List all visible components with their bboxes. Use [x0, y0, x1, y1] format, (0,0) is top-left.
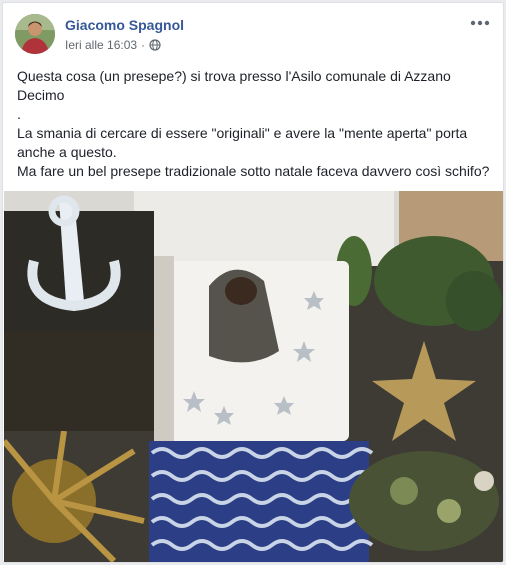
- post-text-line: Ma fare un bel presepe tradizionale sott…: [17, 163, 490, 179]
- author-name[interactable]: Giacomo Spagnol: [65, 17, 184, 33]
- post-text-line: Questa cosa (un presepe?) si trova press…: [17, 68, 451, 103]
- more-options-icon[interactable]: [469, 16, 491, 30]
- post-timestamp[interactable]: Ieri alle 16:03: [65, 38, 137, 52]
- nativity-scene-image: [4, 191, 503, 562]
- post-meta: Ieri alle 16:03 ·: [65, 38, 161, 52]
- post-text-line: La smania di cercare di essere "original…: [17, 125, 468, 160]
- meta-separator: ·: [141, 38, 146, 52]
- post-text: Questa cosa (un presepe?) si trova press…: [17, 67, 491, 181]
- globe-icon[interactable]: [149, 39, 161, 51]
- post-card: Giacomo Spagnol Ieri alle 16:03 · Questa…: [2, 2, 504, 563]
- post-header: Giacomo Spagnol Ieri alle 16:03 ·: [15, 14, 491, 58]
- avatar-image: [15, 14, 55, 54]
- avatar[interactable]: [15, 14, 55, 54]
- post-photo[interactable]: [4, 191, 503, 562]
- post-text-line: .: [17, 106, 21, 122]
